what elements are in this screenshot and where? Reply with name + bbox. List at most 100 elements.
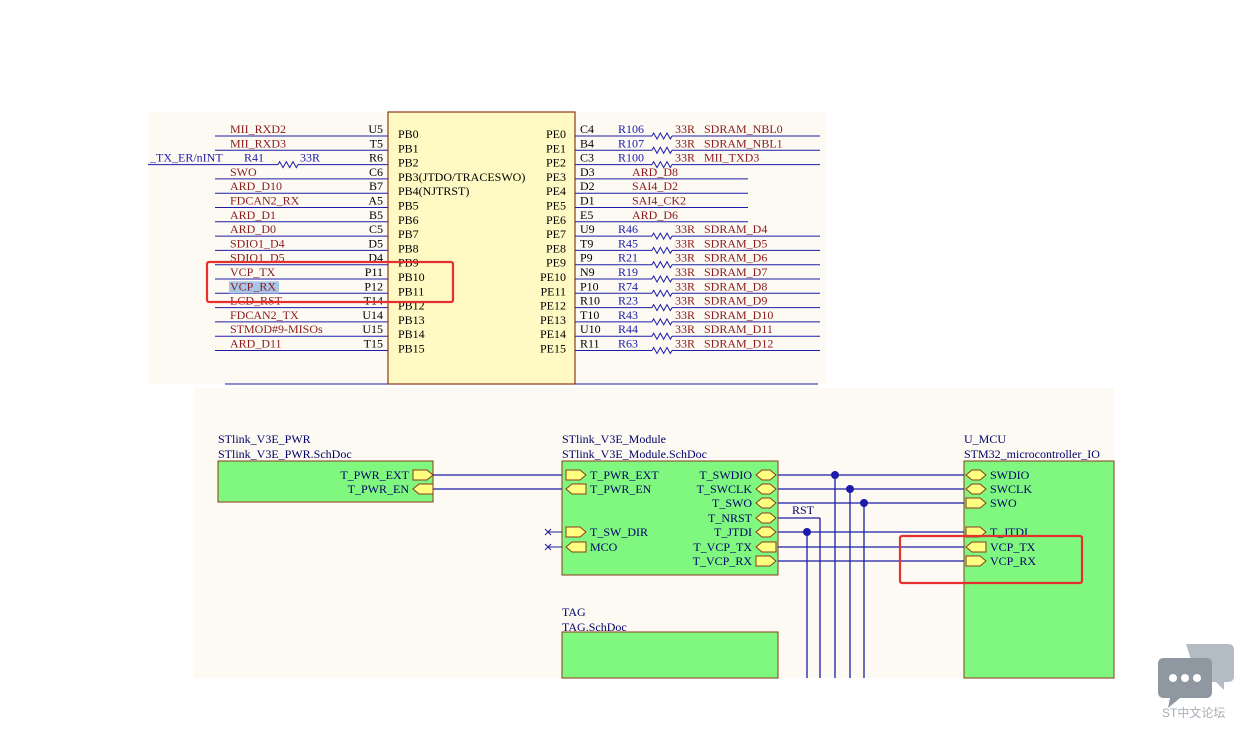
pin-name: PE4 bbox=[546, 184, 566, 198]
pin-name: PB15 bbox=[398, 342, 425, 356]
net-label: VCP_RX bbox=[230, 279, 276, 293]
net-label: STMOD#9-MISOs bbox=[230, 322, 323, 336]
ball-number: D3 bbox=[580, 165, 595, 179]
pin-name: PE1 bbox=[546, 141, 566, 155]
net-label: LCD_RST bbox=[230, 294, 283, 308]
pin-name: PB11 bbox=[398, 284, 424, 298]
pin-name: PE13 bbox=[540, 313, 566, 327]
port-label: SWO bbox=[990, 496, 1017, 510]
mcu-sheet-file: STM32_microcontroller_IO bbox=[964, 447, 1100, 461]
net-label: SDRAM_D10 bbox=[704, 308, 773, 322]
ball-number: T15 bbox=[364, 337, 383, 351]
resistor-value: 33R bbox=[675, 222, 695, 236]
resistor-designator: R23 bbox=[618, 294, 638, 308]
ball-number: A5 bbox=[368, 194, 383, 208]
port-label: T_PWR_EN bbox=[590, 482, 652, 496]
resistor-designator: R45 bbox=[618, 236, 638, 250]
net-label: SDIO1_D4 bbox=[230, 236, 285, 250]
ball-number: T9 bbox=[580, 236, 593, 250]
pin-name: PE8 bbox=[546, 241, 566, 255]
resistor-designator: R107 bbox=[618, 136, 644, 150]
port-label: VCP_RX bbox=[990, 554, 1036, 568]
net-label: VCP_TX bbox=[230, 265, 276, 279]
ball-number: C5 bbox=[369, 222, 383, 236]
ball-number: U10 bbox=[580, 322, 601, 336]
port-label: T_PWR_EXT bbox=[340, 468, 409, 482]
pin-name: PB6 bbox=[398, 213, 419, 227]
net-label: SDRAM_NBL0 bbox=[704, 122, 783, 136]
ball-number: T14 bbox=[364, 294, 383, 308]
resistor-designator: R74 bbox=[618, 279, 638, 293]
pin-name: PB8 bbox=[398, 241, 419, 255]
pin-name: PB13 bbox=[398, 313, 425, 327]
ball-number: U5 bbox=[368, 122, 383, 136]
resistor-value: 33R bbox=[675, 322, 695, 336]
net-label: SDRAM_D7 bbox=[704, 265, 767, 279]
pin-name: PB4(NJTRST) bbox=[398, 184, 469, 198]
port-label: T_SWDIO bbox=[699, 468, 752, 482]
ball-number: R10 bbox=[580, 294, 600, 308]
net-label: SDRAM_D11 bbox=[704, 322, 773, 336]
pin-name: PB3(JTDO/TRACESWO) bbox=[398, 170, 525, 184]
resistor-designator: R106 bbox=[618, 122, 644, 136]
port-label: T_JTDI bbox=[714, 525, 752, 539]
mcu-sheet-symbol bbox=[963, 460, 1115, 679]
pin-name: PB1 bbox=[398, 141, 419, 155]
net-label: SDRAM_NBL1 bbox=[704, 136, 783, 150]
ball-number: C4 bbox=[580, 122, 594, 136]
pin-name: PB12 bbox=[398, 299, 425, 313]
junction-dot bbox=[831, 471, 839, 479]
ball-number: D1 bbox=[580, 194, 595, 208]
ball-number: P12 bbox=[364, 279, 383, 293]
pin-name: PE10 bbox=[540, 270, 566, 284]
pin-name: PB5 bbox=[398, 199, 419, 213]
pwr-sheet-file: STlink_V3E_PWR.SchDoc bbox=[218, 447, 352, 461]
net-label: MII_TXD3 bbox=[704, 151, 759, 165]
resistor-value: 33R bbox=[675, 136, 695, 150]
net-label: SDRAM_D8 bbox=[704, 279, 767, 293]
net-label: SDRAM_D6 bbox=[704, 251, 767, 265]
port-label: T_VCP_RX bbox=[693, 554, 753, 568]
net-label: FDCAN2_TX bbox=[230, 308, 299, 322]
schematic-canvas: MII_RXD2 U5 PB0 MII_RXD3 T5 PB1 _TX_ER/nINT R41… bbox=[148, 111, 1115, 679]
junction-dot bbox=[860, 499, 868, 507]
pin-name: PE14 bbox=[540, 327, 566, 341]
pin-name: PE3 bbox=[546, 170, 566, 184]
pin-name: PE5 bbox=[546, 199, 566, 213]
pin-name: PB2 bbox=[398, 156, 419, 170]
resistor-value: 33R bbox=[675, 251, 695, 265]
pin-name: PE12 bbox=[540, 299, 566, 313]
junction-dot bbox=[846, 485, 854, 493]
ball-number: P11 bbox=[365, 265, 383, 279]
net-label: SDRAM_D12 bbox=[704, 337, 773, 351]
net-label: ARD_D10 bbox=[230, 179, 282, 193]
pin-name: PE9 bbox=[546, 256, 566, 270]
ball-number: T10 bbox=[580, 308, 599, 322]
resistor-designator: R21 bbox=[618, 251, 638, 265]
module-sheet-file: STlink_V3E_Module.SchDoc bbox=[562, 447, 707, 461]
pin-name: PE11 bbox=[540, 284, 566, 298]
ball-number: U14 bbox=[362, 308, 383, 322]
resistor-value: 33R bbox=[675, 236, 695, 250]
pin-name: PE0 bbox=[546, 127, 566, 141]
pin-name: PE2 bbox=[546, 156, 566, 170]
resistor-designator: R41 bbox=[244, 151, 264, 165]
tag-sheet-symbol bbox=[561, 631, 779, 679]
pin-name: PE6 bbox=[546, 213, 566, 227]
port-label: T_VCP_TX bbox=[693, 540, 752, 554]
resistor-value: 33R bbox=[675, 279, 695, 293]
net-label: SAI4_D2 bbox=[632, 179, 678, 193]
ball-number: N9 bbox=[580, 265, 595, 279]
ball-number: D2 bbox=[580, 179, 595, 193]
ball-number: B5 bbox=[369, 208, 383, 222]
mcu-sheet-name: U_MCU bbox=[964, 432, 1006, 446]
resistor-designator: R46 bbox=[618, 222, 638, 236]
net-label-rst: RST bbox=[792, 503, 815, 517]
pin-name: PB7 bbox=[398, 227, 419, 241]
resistor-value: 33R bbox=[675, 337, 695, 351]
pin-name: PB14 bbox=[398, 327, 425, 341]
port-label: T_SW_DIR bbox=[590, 525, 648, 539]
ball-number: C3 bbox=[580, 151, 594, 165]
resistor-designator: R63 bbox=[618, 337, 638, 351]
net-label: SDRAM_D4 bbox=[704, 222, 767, 236]
